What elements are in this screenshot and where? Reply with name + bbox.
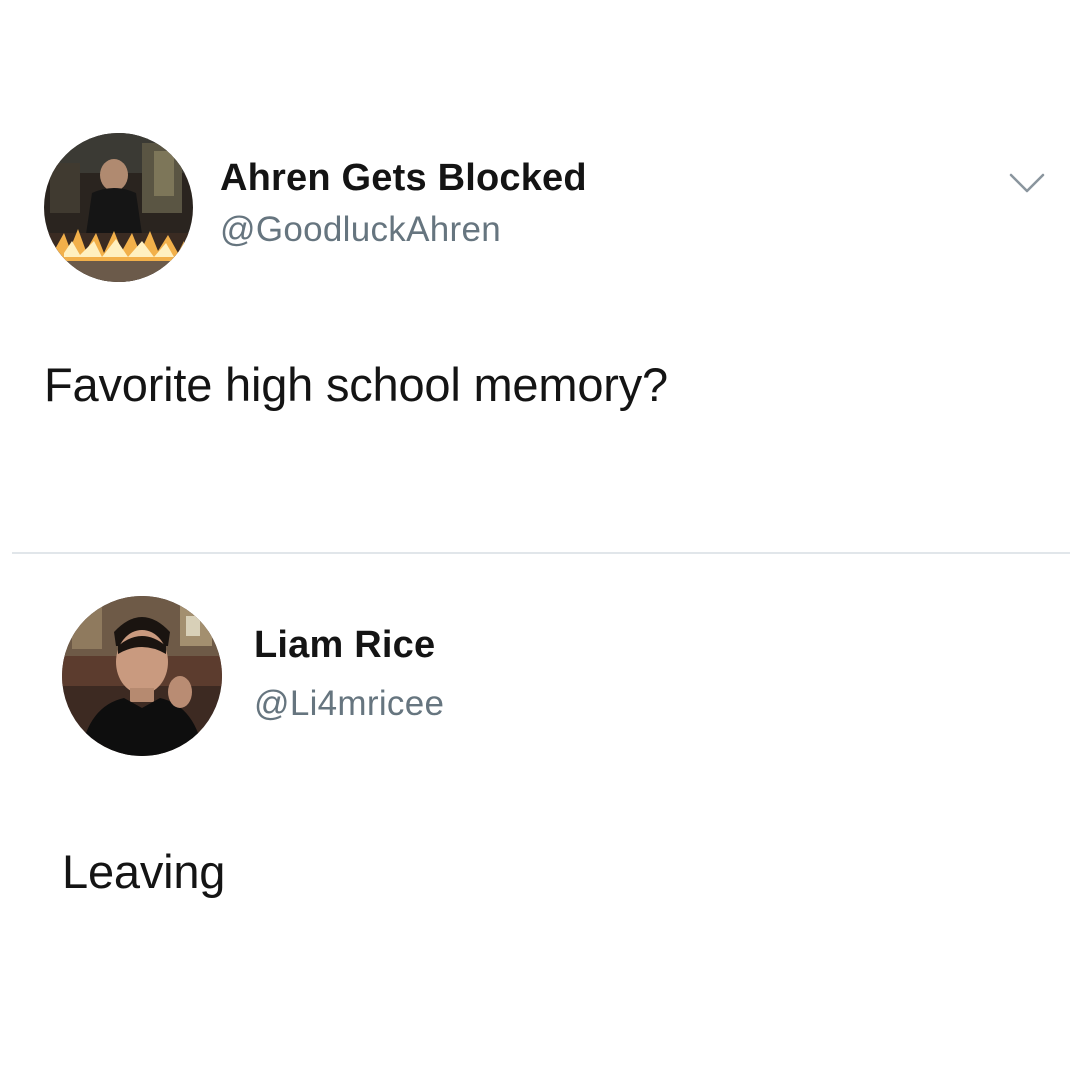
tweet-text: Favorite high school memory? bbox=[44, 358, 668, 411]
display-name[interactable]: Ahren Gets Blocked bbox=[220, 157, 587, 200]
tweet-text: Leaving bbox=[62, 845, 226, 898]
tweet-original: Ahren Gets Blocked @GoodluckAhren Favori… bbox=[0, 0, 1080, 552]
avatar[interactable] bbox=[44, 133, 193, 282]
chevron-down-icon[interactable] bbox=[1008, 170, 1046, 196]
user-handle[interactable]: @GoodluckAhren bbox=[220, 210, 501, 250]
user-handle[interactable]: @Li4mricee bbox=[254, 684, 444, 724]
tweet-reply: Liam Rice @Li4mricee Leaving bbox=[0, 554, 1080, 1080]
avatar[interactable] bbox=[62, 596, 222, 756]
display-name[interactable]: Liam Rice bbox=[254, 624, 435, 667]
